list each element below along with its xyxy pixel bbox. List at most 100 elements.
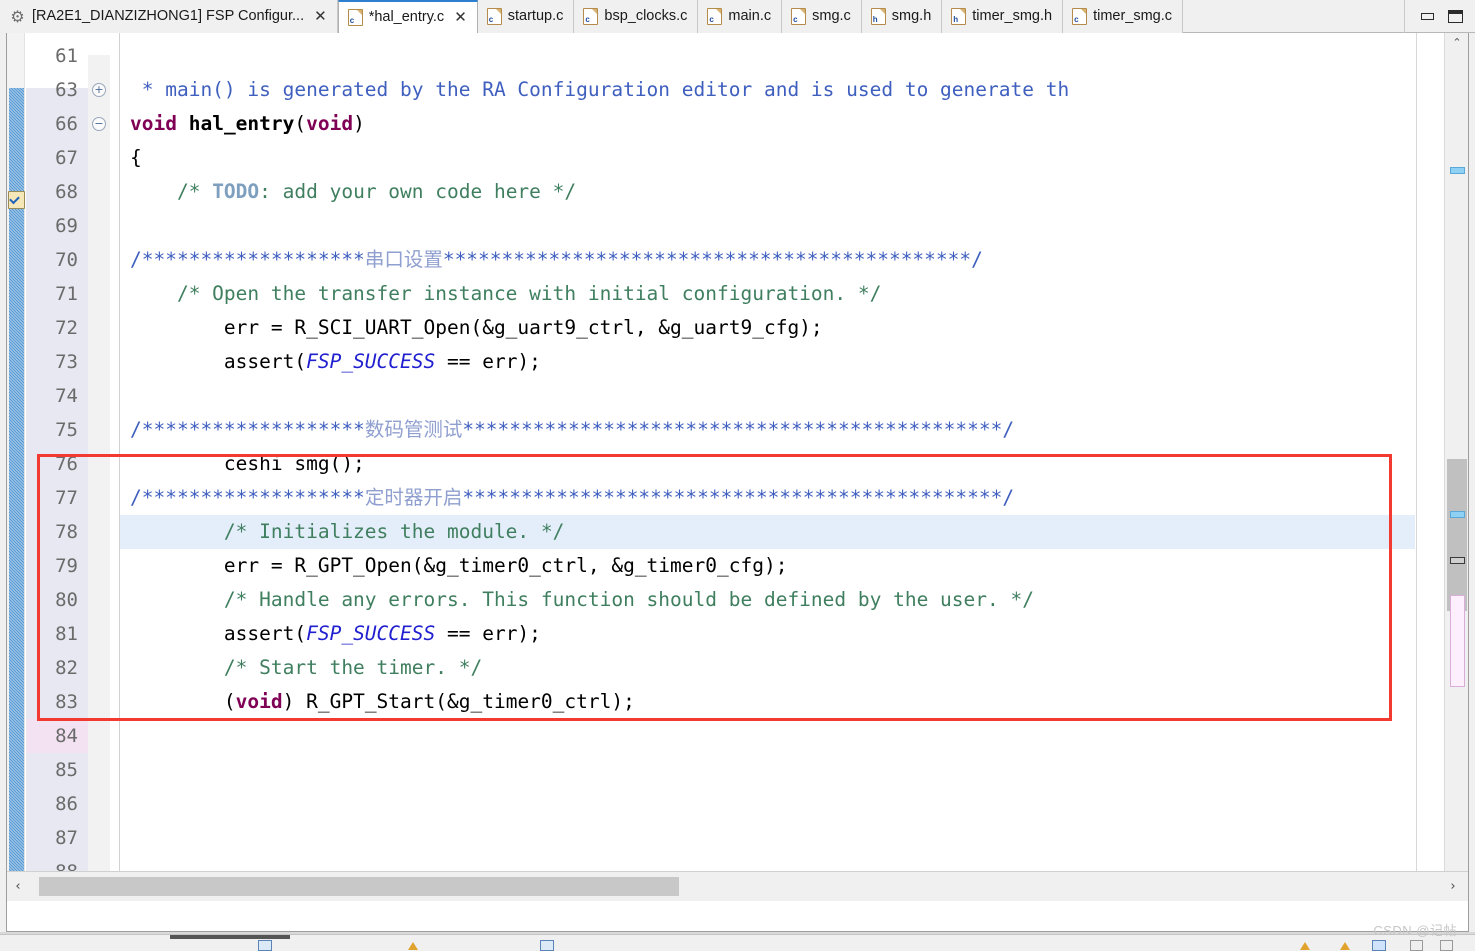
line-number: 74 (55, 385, 78, 407)
line-number: 86 (55, 793, 78, 815)
code-line-text: (void) R_GPT_Start(&g_timer0_ctrl); (130, 690, 635, 713)
editor-tab-label: timer_smg.h (972, 8, 1053, 25)
fold-collapse-icon[interactable]: − (92, 117, 106, 131)
window-controls (1404, 0, 1475, 33)
os-taskbar[interactable] (0, 934, 1475, 951)
minimize-icon[interactable] (1421, 13, 1434, 20)
c-file-icon: c (583, 8, 599, 25)
editor-tab-label: *hal_entry.c (368, 9, 445, 26)
scroll-up-icon[interactable]: ⌃ (1445, 35, 1468, 51)
code-line[interactable]: err = R_SCI_UART_Open(&g_uart9_ctrl, &g_… (120, 311, 1415, 345)
folding-background (88, 55, 110, 901)
file-type-letter: c (1074, 15, 1079, 24)
annotation-ruler[interactable] (7, 33, 25, 901)
scroll-left-icon[interactable]: ‹ (7, 879, 29, 894)
code-line[interactable]: /* TODO: add your own code here */ (120, 175, 1415, 209)
code-line-text: assert(FSP_SUCCESS == err); (130, 622, 541, 645)
code-token: hal_entry (188, 112, 295, 135)
code-line-text: /*******************串口设置****************… (130, 248, 983, 271)
code-line[interactable]: /*******************数码管测试***************… (120, 413, 1415, 447)
line-number: 63 (55, 79, 78, 101)
taskbar-tray-icon-2[interactable] (1340, 942, 1350, 950)
line-number: 87 (55, 827, 78, 849)
line-number: 75 (55, 419, 78, 441)
close-icon[interactable]: ✕ (314, 9, 327, 24)
code-line[interactable]: { (120, 141, 1415, 175)
file-type-letter: c (585, 15, 590, 24)
file-type-letter: h (953, 15, 959, 24)
code-text-area[interactable]: * main() is generated by the RA Configur… (120, 33, 1415, 901)
horizontal-scrollbar[interactable]: ‹ › (7, 871, 1468, 901)
editor-frame: 61 63 66 67 68 69 70 71 72 73 74 75 76 77 78 79 80 81 82 83… (6, 33, 1469, 932)
taskbar-app-icon-2[interactable] (408, 942, 418, 950)
folding-ruler[interactable]: +−− (88, 33, 110, 901)
code-line-text: /*******************数码管测试***************… (130, 418, 1014, 441)
taskbar-tray-icon-5[interactable] (1440, 940, 1453, 951)
code-line[interactable]: /* Start the timer. */ (120, 651, 1415, 685)
editor-tab-timer-smg-c[interactable]: c timer_smg.c (1063, 0, 1184, 33)
code-line[interactable]: /*******************定时器开启***************… (120, 481, 1415, 515)
code-line[interactable]: ceshi smg(); (120, 447, 1415, 481)
vertical-scrollbar[interactable]: ⌃ (1444, 33, 1468, 901)
line-number: 67 (55, 147, 78, 169)
taskbar-tray-icon-1[interactable] (1300, 942, 1310, 950)
taskbar-tray-icon-4[interactable] (1410, 940, 1423, 951)
code-line[interactable] (120, 39, 1415, 73)
line-number: 81 (55, 623, 78, 645)
code-line-text: /* Handle any errors. This function shou… (130, 588, 1034, 611)
taskbar-active-indicator (170, 935, 290, 939)
editor-tab-startup-c[interactable]: c startup.c (477, 0, 575, 33)
editor-tab-timer-smg-h[interactable]: h timer_smg.h (942, 0, 1064, 33)
editor-tab-main-c[interactable]: c main.c (698, 0, 783, 33)
file-type-letter: h (872, 15, 878, 24)
print-margin-ruler (1416, 33, 1417, 901)
taskbar-app-icon-1[interactable] (258, 940, 272, 951)
overview-marker-occurrence[interactable] (1450, 595, 1465, 687)
fold-expand-icon[interactable]: + (92, 83, 106, 97)
editor-tab-label: startup.c (507, 8, 564, 25)
code-line[interactable]: assert(FSP_SUCCESS == err); (120, 345, 1415, 379)
editor-tab-bsp-clocks-c[interactable]: c bsp_clocks.c (574, 0, 699, 33)
taskbar-tray-icon-3[interactable] (1372, 940, 1386, 951)
code-line-text: /* TODO: add your own code here */ (130, 180, 576, 203)
code-line-text: assert(FSP_SUCCESS == err); (130, 350, 541, 373)
taskbar-app-icon-3[interactable] (540, 940, 554, 951)
editor-tab-smg-c[interactable]: c smg.c (782, 0, 862, 33)
maximize-restore-icon[interactable] (1448, 10, 1463, 23)
editor-tab-hal-entry-c[interactable]: c *hal_entry.c ✕ (337, 0, 478, 33)
close-icon[interactable]: ✕ (454, 10, 467, 25)
code-line[interactable]: assert(FSP_SUCCESS == err); (120, 617, 1415, 651)
code-line-text: * main() is generated by the RA Configur… (130, 78, 1069, 101)
code-line[interactable] (120, 787, 1415, 821)
code-token: TODO (212, 180, 260, 203)
scrollbar-thumb[interactable] (1447, 459, 1467, 611)
code-token: : add your own code here */ (259, 180, 577, 203)
scroll-right-icon[interactable]: › (1442, 879, 1464, 894)
code-line[interactable]: /*******************串口设置****************… (120, 243, 1415, 277)
code-line[interactable] (120, 379, 1415, 413)
todo-task-icon[interactable] (8, 191, 25, 209)
code-line[interactable] (120, 821, 1415, 855)
overview-marker-bookmark[interactable] (1450, 557, 1465, 564)
editor-tab-ra2e1-dianzizhong1-fsp-configur[interactable]: ⚙ [RA2E1_DIANZIZHONG1] FSP Configur... ✕ (0, 0, 338, 33)
code-line[interactable]: void hal_entry(void) (120, 107, 1415, 141)
code-line-text: /* Start the timer. */ (130, 656, 482, 679)
editor-tab-label: bsp_clocks.c (604, 8, 688, 25)
code-token: /* Open the transfer instance with initi… (130, 282, 882, 305)
code-line[interactable] (120, 719, 1415, 753)
code-line[interactable]: err = R_GPT_Open(&g_timer0_ctrl, &g_time… (120, 549, 1415, 583)
code-line[interactable] (120, 209, 1415, 243)
horizontal-scrollbar-thumb[interactable] (39, 877, 679, 896)
code-line[interactable]: /* Handle any errors. This function shou… (120, 583, 1415, 617)
editor-body: 61 63 66 67 68 69 70 71 72 73 74 75 76 77 78 79 80 81 82 83… (7, 33, 1468, 901)
code-line[interactable]: * main() is generated by the RA Configur… (120, 73, 1415, 107)
code-token: /* Initializes the module. */ (130, 520, 565, 543)
editor-tab-smg-h[interactable]: h smg.h (861, 0, 943, 33)
code-line[interactable]: (void) R_GPT_Start(&g_timer0_ctrl); (120, 685, 1415, 719)
code-line[interactable] (120, 753, 1415, 787)
code-line[interactable]: /* Initializes the module. */ (120, 515, 1415, 549)
overview-marker-info-1[interactable] (1450, 167, 1465, 174)
code-line[interactable]: /* Open the transfer instance with initi… (120, 277, 1415, 311)
code-token: { (130, 146, 142, 169)
overview-marker-info-2[interactable] (1450, 511, 1465, 518)
